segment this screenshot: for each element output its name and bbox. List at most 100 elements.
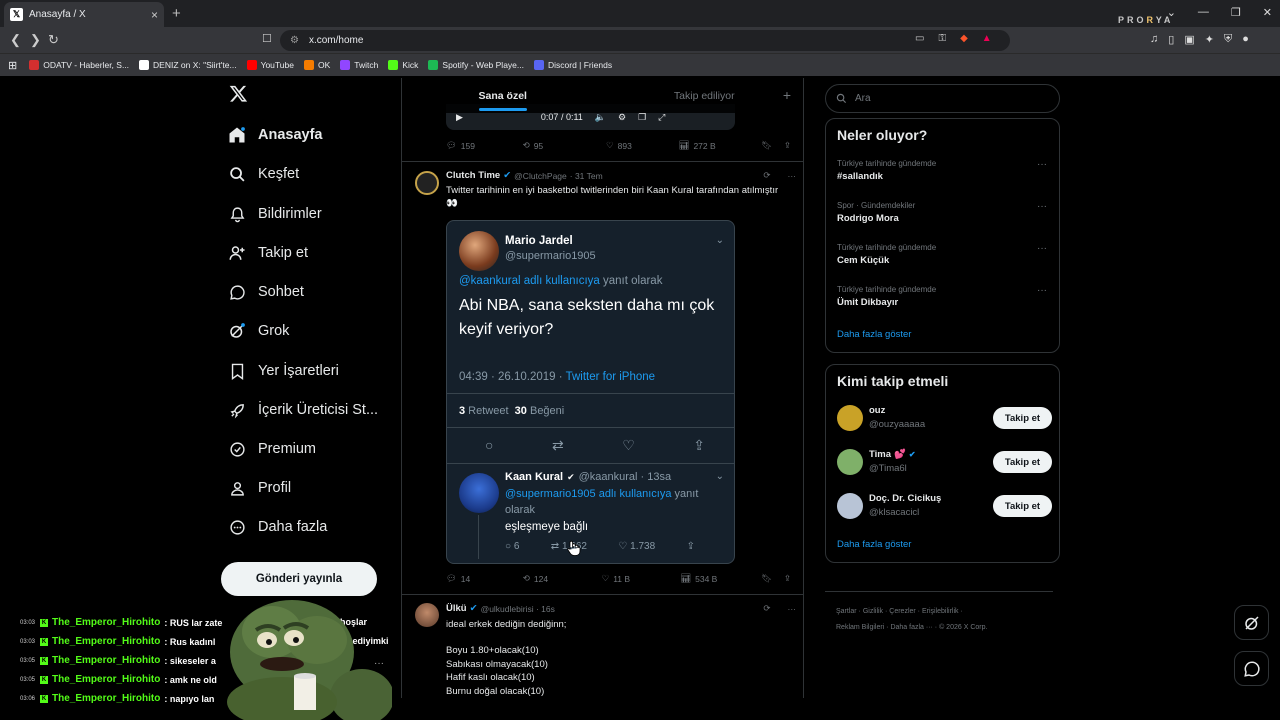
tab-following[interactable]: Takip ediliyor [604,78,804,113]
nav-explore[interactable]: Keşfet [228,165,299,183]
kick-icon: K [40,618,48,627]
like-button[interactable]: ♡ 893 [606,140,679,151]
media-icon[interactable]: ♫ [1150,33,1158,46]
heart-icon: ♡ [618,541,631,552]
profile-icon[interactable]: ● [1242,33,1249,46]
bookmark-page-icon[interactable]: ☐ [262,32,272,45]
grok-explain-icon[interactable]: ⟳ [763,170,770,181]
minimize-icon[interactable]: — [1198,6,1209,19]
heart-icon: ♡ [601,573,610,583]
bookmark-item[interactable]: DENIZ on X: "Siirt'te... [139,60,237,70]
follow-button[interactable]: Takip et [993,451,1052,473]
reply-button[interactable]: 💬︎ 14 [446,573,523,584]
bookmark-favicon-icon [246,60,257,70]
tab-close-icon[interactable]: × [151,8,158,22]
bookmark-icon[interactable]: 🔖︎ [761,573,772,584]
forward-icon[interactable]: ❯ [30,32,41,48]
apps-grid-icon[interactable]: ⊞ [8,59,17,72]
trend-item[interactable]: Türkiye tarihinde gündemde Ümit Dikbayır ·… [837,285,1047,308]
views-button[interactable]: 📊︎ 534 B [680,573,761,584]
nav-profile[interactable]: Profil [228,479,291,497]
trend-item[interactable]: Türkiye tarihinde gündemde #sallandık ··· [837,159,1047,182]
follow-suggestion[interactable]: Tima 💕 ✔ @Tima6l Takip et [837,447,1052,479]
maximize-icon[interactable]: ❐ [1231,6,1241,19]
nav-follow[interactable]: Takip et [228,244,308,262]
tweet-counts: 3 Retweet 30 Beğeni [459,405,565,417]
trend-item[interactable]: Türkiye tarihinde gündemde Cem Küçük ··· [837,243,1047,266]
nav-notifications[interactable]: Bildirimler [228,205,322,223]
nav-more[interactable]: Daha fazla [228,518,327,536]
pip-icon[interactable]: ❐ [638,112,646,123]
vpn-icon[interactable]: ⛨ [1224,33,1232,46]
search-input[interactable]: Ara [825,84,1060,113]
bookmark-label: OK [317,60,331,70]
post-button[interactable]: Gönderi yayınla [221,562,377,596]
bookmark-item[interactable]: YouTube [246,60,294,70]
tab-for-you[interactable]: Sana özel [402,78,604,113]
play-icon[interactable]: ▶ [456,112,463,123]
nav-creator-studio[interactable]: İçerik Üreticisi St... [228,401,378,419]
new-tab-button[interactable]: + [172,5,181,22]
follow-suggestion[interactable]: Doç. Dr. Cicikuş @klsacacicl Takip et [837,491,1052,523]
fullscreen-icon[interactable]: ⤢ [658,112,665,123]
dropdown-icon[interactable]: ⌄ [1167,6,1176,19]
address-bar[interactable]: ⚙ x.com/home [280,30,1010,51]
wallet-icon[interactable]: ▣ [1184,33,1194,46]
nav-home[interactable]: Anasayfa [228,126,322,144]
bookmark-item[interactable]: ODATV - Haberler, S... [29,60,129,70]
messages-fab-icon[interactable] [1234,651,1269,686]
trend-item[interactable]: Spor · Gündemdekiler Rodrigo Mora ··· [837,201,1047,224]
more-options-icon[interactable]: ··· [788,604,797,614]
x-logo-icon[interactable] [229,84,248,103]
settings-icon[interactable]: ⚙ [618,112,626,123]
follow-button[interactable]: Takip et [993,407,1052,429]
views-button[interactable]: 📊︎ 272 B [679,140,761,151]
key-icon[interactable]: ⚿ [938,33,946,44]
follow-suggestion[interactable]: ouz @ouzyaaaaa Takip et [837,403,1052,435]
browser-tab[interactable]: 𝕏 Anasayfa / X × [4,2,164,27]
add-tab-icon[interactable]: + [783,87,791,103]
share-icon[interactable]: ⇪ [784,140,791,151]
close-window-icon[interactable]: ✕ [1263,6,1272,19]
volume-icon[interactable]: 🔈 [595,112,606,123]
nav-grok[interactable]: Grok [228,322,289,340]
nav-premium[interactable]: Premium [228,440,316,458]
bookmark-item[interactable]: Spotify - Web Playe... [428,60,524,70]
reload-icon[interactable]: ↻ [48,32,59,48]
bookmark-item[interactable]: Kick [388,60,418,70]
chat-message: 03:05 K The_Emperor_Hirohito: amk ne old [20,674,217,685]
sidebar-icon[interactable]: ▯ [1168,33,1174,46]
reply-button[interactable]: 💬︎ 159 [446,140,523,151]
repost-button[interactable]: ⟲ 124 [523,573,602,584]
bookmark-item[interactable]: Twitch [340,60,378,70]
bookmark-item[interactable]: OK [303,60,331,70]
grok-explain-icon[interactable]: ⟳ [763,603,770,614]
bookmark-favicon-icon [340,60,351,70]
like-button[interactable]: ♡ 11 B [602,573,681,584]
avatar-clutch-time[interactable] [415,171,439,195]
bookmark-icon[interactable]: 🔖︎ [761,140,772,151]
brave-shield-icon[interactable]: ◆ [960,33,968,44]
divider [402,161,803,162]
nav-bookmarks[interactable]: Yer İşaretleri [228,362,339,380]
brave-rewards-icon[interactable]: ▲ [982,33,992,44]
avatar-ulku[interactable] [415,603,439,627]
bookmark-item[interactable]: Discord | Friends [533,60,612,70]
share-icon[interactable]: ⇪ [784,573,791,584]
kick-icon: K [40,656,48,665]
cast-icon[interactable]: ▭ [915,33,924,44]
follow-button[interactable]: Takip et [993,495,1052,517]
more-options-icon[interactable]: ··· [788,171,797,181]
repost-button[interactable]: ⟲ 95 [523,140,606,151]
nav-chat[interactable]: Sohbet [228,283,304,301]
quoted-tweet-screenshot[interactable]: Mario Jardel @supermario1905 ⌄ @kaankura… [446,220,735,564]
site-info-icon[interactable]: ⚙ [290,35,299,46]
show-more-trends-link[interactable]: Daha fazla göster [837,329,911,340]
kick-icon: K [40,637,48,646]
grok-fab-icon[interactable] [1234,605,1269,640]
prev-post-actions: 💬︎ 159 ⟲ 95 ♡ 893 📊︎ 272 B 🔖︎ ⇪ [446,140,791,151]
bookmark-favicon-icon [428,60,439,70]
show-more-who-link[interactable]: Daha fazla göster [837,539,911,550]
back-icon[interactable]: ❮ [10,32,21,48]
extensions-icon[interactable]: ✦ [1205,33,1214,46]
